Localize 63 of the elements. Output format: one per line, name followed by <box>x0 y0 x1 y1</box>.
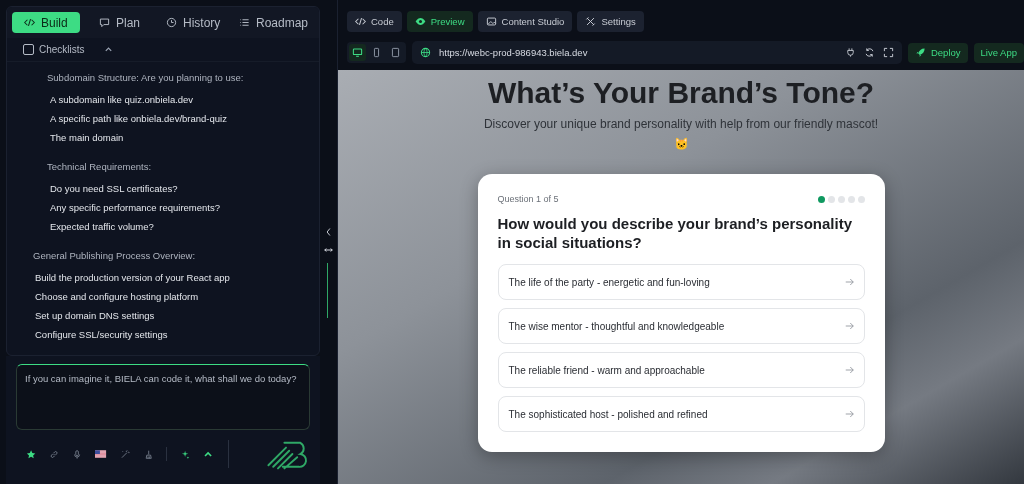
checklist-item: Set up domain DNS settings <box>34 309 156 323</box>
link-icon[interactable] <box>49 448 60 460</box>
arrow-icon <box>844 278 854 286</box>
code-icon <box>24 17 35 28</box>
panel-tab[interactable]: History <box>159 12 227 33</box>
view-tab[interactable]: Content Studio <box>477 11 573 32</box>
deploy-button[interactable]: Deploy <box>907 42 968 63</box>
answer-option[interactable]: The reliable friend - warm and approachable <box>497 352 865 388</box>
tablet-icon <box>390 47 401 58</box>
list-icon <box>238 17 250 28</box>
checklist-item: The main domain <box>49 131 125 145</box>
answer-option[interactable]: The wise mentor - thoughtful and knowledgeable <box>497 308 865 344</box>
view-tab[interactable]: Code <box>347 11 402 32</box>
arrow-icon <box>844 410 854 418</box>
code-icon <box>355 16 366 27</box>
chat-icon <box>98 17 110 28</box>
panel-tab[interactable]: Plan <box>85 12 154 33</box>
image-icon <box>485 16 497 27</box>
microphone-icon[interactable] <box>72 448 83 460</box>
monitor-icon <box>352 47 363 58</box>
live-app-button[interactable]: Live App <box>973 42 1024 63</box>
flag-icon[interactable] <box>95 450 107 458</box>
broom-icon[interactable] <box>142 448 153 460</box>
checklist-item: A specific path like onbiela.dev/brand-quiz <box>49 112 228 126</box>
checkbox[interactable] <box>23 44 34 55</box>
device-view-button[interactable] <box>349 44 366 61</box>
section-heading: General Publishing Process Overview: <box>33 249 197 263</box>
collapse-icon[interactable] <box>325 227 332 237</box>
rocket-icon <box>914 47 926 58</box>
prompt-field[interactable]: If you can imagine it, BIELA can code it, what shall we do today? <box>16 364 310 430</box>
checklist-item: Configure SSL/security settings <box>34 328 169 342</box>
plug-icon[interactable] <box>844 47 856 58</box>
tools-icon <box>585 16 597 27</box>
checklist-item: A subdomain like quiz.onbiela.dev <box>49 93 195 107</box>
section-heading: Technical Requirements: <box>46 160 153 174</box>
globe-icon <box>420 47 431 58</box>
eye-icon <box>414 16 426 27</box>
checklist-item: Expected traffic volume? <box>49 220 155 234</box>
arrow-icon <box>844 366 854 374</box>
page-subtitle: Discover your unique brand personality with help from our friendly mascot! 🐱 <box>482 116 880 153</box>
caret-icon[interactable] <box>103 45 113 54</box>
checklist-item: Do you need SSL certificates? <box>49 182 179 196</box>
clock-icon <box>165 17 177 28</box>
panel-tab[interactable]: Roadmap <box>232 12 314 33</box>
question-text: How would you describe your brand’s personality in social situations? <box>497 214 853 252</box>
phone-icon <box>371 47 382 58</box>
section-heading: Subdomain Structure: Are you planning to use: <box>46 71 245 85</box>
answer-option[interactable]: The sophisticated host - polished and refined <box>497 396 865 432</box>
progress-label: Question 1 of 5 <box>497 194 559 204</box>
refresh-icon[interactable] <box>863 47 875 58</box>
resize-icon[interactable] <box>324 247 333 253</box>
checklist-item: Any specific performance requirements? <box>49 201 222 215</box>
star-icon[interactable] <box>26 448 37 460</box>
checklist-item: Build the production version of your React app <box>34 271 231 285</box>
arrow-icon <box>844 322 854 330</box>
checklists-label: Checklists <box>39 44 85 55</box>
page-title: What’s Your Brand’s Tone? <box>487 76 875 110</box>
view-tab[interactable]: Preview <box>406 11 473 32</box>
fullscreen-icon[interactable] <box>882 47 894 58</box>
view-tab[interactable]: Settings <box>577 11 644 32</box>
checklist-item: Choose and configure hosting platform <box>34 290 200 304</box>
panel-tab[interactable]: Build <box>12 12 80 33</box>
answer-option[interactable]: The life of the party - energetic and fun-loving <box>497 264 865 300</box>
